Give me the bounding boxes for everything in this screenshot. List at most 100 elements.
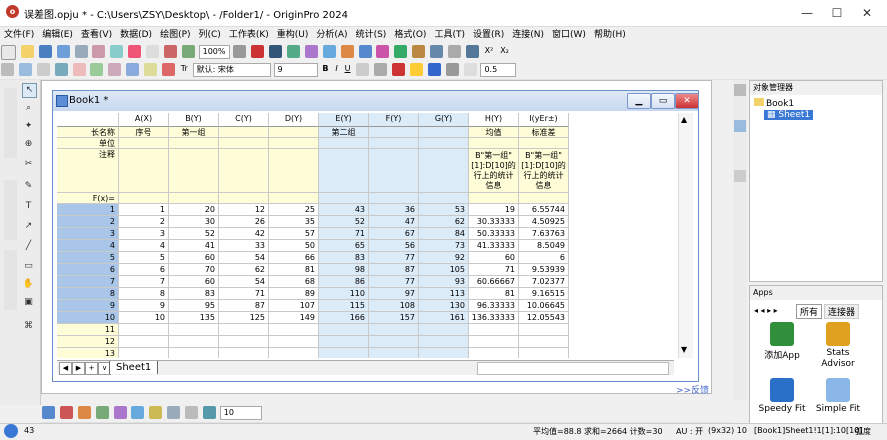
save-icon[interactable] bbox=[38, 45, 52, 58]
data-cell[interactable]: 26 bbox=[219, 216, 269, 228]
feedback-link[interactable]: >>反馈 bbox=[676, 383, 709, 396]
menu-file[interactable]: 文件(F) bbox=[0, 27, 38, 43]
data-cell[interactable]: 161 bbox=[419, 312, 469, 324]
corner-cell[interactable] bbox=[57, 113, 119, 127]
data-cell[interactable]: 107 bbox=[269, 300, 319, 312]
label-cell[interactable] bbox=[119, 138, 169, 149]
menu-tools[interactable]: 工具(T) bbox=[430, 27, 469, 43]
row-number[interactable]: 4 bbox=[57, 240, 119, 252]
column-header[interactable]: G(Y) bbox=[419, 113, 469, 127]
duplicate-icon[interactable] bbox=[181, 45, 195, 58]
data-cell[interactable] bbox=[419, 324, 469, 336]
column-graph-icon[interactable] bbox=[77, 406, 91, 419]
data-cell[interactable] bbox=[469, 348, 519, 358]
column-header[interactable]: D(Y) bbox=[269, 113, 319, 127]
column-header[interactable]: C(Y) bbox=[219, 113, 269, 127]
workbook-close-button[interactable]: ✕ bbox=[675, 93, 699, 109]
app-speedy-fit[interactable]: Speedy Fit bbox=[752, 378, 812, 414]
data-cell[interactable]: 6 bbox=[119, 264, 169, 276]
data-cell[interactable] bbox=[519, 324, 569, 336]
font-size-select[interactable]: 9 bbox=[273, 63, 318, 77]
data-cell[interactable]: 30 bbox=[169, 216, 219, 228]
data-cell[interactable]: 136.33333 bbox=[469, 312, 519, 324]
line-plot-icon[interactable] bbox=[394, 45, 408, 58]
data-cell[interactable]: 130 bbox=[419, 300, 469, 312]
data-cell[interactable]: 7 bbox=[119, 276, 169, 288]
data-cell[interactable]: 6 bbox=[519, 252, 569, 264]
menu-format[interactable]: 格式(O) bbox=[390, 27, 430, 43]
data-cell[interactable]: 71 bbox=[319, 228, 369, 240]
pie-icon[interactable] bbox=[113, 406, 127, 419]
menu-settings[interactable]: 设置(R) bbox=[469, 27, 508, 43]
zoom-select[interactable]: 100% bbox=[198, 45, 230, 59]
data-cell[interactable] bbox=[419, 348, 469, 358]
data-cell[interactable] bbox=[269, 348, 319, 358]
label-cell[interactable] bbox=[369, 149, 419, 193]
label-cell[interactable] bbox=[519, 193, 569, 204]
data-cell[interactable]: 7.63763 bbox=[519, 228, 569, 240]
graph-tool-icon[interactable] bbox=[465, 45, 479, 58]
open-folder-icon[interactable] bbox=[20, 45, 34, 58]
line-graph-icon[interactable] bbox=[42, 406, 55, 419]
data-cell[interactable]: 93 bbox=[419, 276, 469, 288]
import-icon[interactable] bbox=[110, 45, 124, 58]
scroll-down-icon[interactable]: ▼ bbox=[681, 345, 687, 354]
sheet-tab-sheet1[interactable]: Sheet1 bbox=[109, 361, 159, 374]
new-project-icon[interactable] bbox=[1, 45, 16, 60]
data-cell[interactable] bbox=[369, 324, 419, 336]
side-tool-icon[interactable] bbox=[734, 84, 746, 96]
menu-connectivity[interactable]: 连接(N) bbox=[508, 27, 548, 43]
worksheet-grid[interactable]: A(X) B(Y) C(Y) D(Y) E(Y) F(Y) G(Y) H(Y) I(yEr±) 长… bbox=[57, 113, 674, 358]
workbook-titlebar[interactable]: Book1 * ▁ ▭ ✕ bbox=[53, 91, 699, 111]
multi-panel-icon[interactable] bbox=[202, 406, 216, 419]
results-log-icon[interactable] bbox=[251, 45, 265, 58]
refresh-icon[interactable] bbox=[163, 45, 177, 58]
plot-option-select[interactable]: 10 bbox=[219, 406, 262, 420]
data-cell[interactable]: 6.55744 bbox=[519, 204, 569, 216]
column-header[interactable]: F(Y) bbox=[369, 113, 419, 127]
data-cell[interactable]: 105 bbox=[419, 264, 469, 276]
bold-button[interactable]: B bbox=[322, 61, 328, 77]
label-cell[interactable] bbox=[269, 138, 319, 149]
data-reader-icon[interactable]: ⊕ bbox=[22, 138, 35, 151]
label-cell[interactable] bbox=[369, 138, 419, 149]
column-header[interactable]: B(Y) bbox=[169, 113, 219, 127]
data-cell[interactable]: 70 bbox=[169, 264, 219, 276]
label-cell[interactable] bbox=[269, 127, 319, 138]
data-cell[interactable]: 71 bbox=[469, 264, 519, 276]
data-cell[interactable]: 20 bbox=[169, 204, 219, 216]
data-cell[interactable]: 98 bbox=[319, 264, 369, 276]
data-cell[interactable] bbox=[519, 336, 569, 348]
print-icon[interactable] bbox=[146, 45, 159, 58]
left-panel-tab-2[interactable] bbox=[4, 180, 17, 240]
data-cell[interactable]: 25 bbox=[269, 204, 319, 216]
tree-book-item[interactable]: Book1 bbox=[754, 98, 794, 109]
statistics-icon[interactable] bbox=[376, 45, 390, 58]
data-cell[interactable]: 81 bbox=[469, 288, 519, 300]
data-cell[interactable]: 115 bbox=[319, 300, 369, 312]
data-cell[interactable]: 30.33333 bbox=[469, 216, 519, 228]
data-cell[interactable]: 10 bbox=[119, 312, 169, 324]
row-label[interactable]: 长名称 bbox=[57, 127, 119, 138]
workbook-restore-button[interactable]: ▭ bbox=[651, 93, 675, 109]
menu-help[interactable]: 帮助(H) bbox=[590, 27, 630, 43]
left-panel-tab-3[interactable] bbox=[4, 250, 17, 310]
data-cell[interactable] bbox=[269, 336, 319, 348]
data-cell[interactable] bbox=[369, 336, 419, 348]
add-column-icon[interactable] bbox=[322, 45, 336, 58]
fill-icon[interactable] bbox=[144, 63, 157, 76]
column-stats-icon[interactable] bbox=[54, 63, 68, 76]
data-cell[interactable]: 53 bbox=[419, 204, 469, 216]
row-number[interactable]: 5 bbox=[57, 252, 119, 264]
label-cell[interactable]: B"第一组"[1]:D[10]的行上的统计信息 bbox=[469, 149, 519, 193]
data-cell[interactable]: 73 bbox=[419, 240, 469, 252]
app-stats-advisor[interactable]: Stats Advisor bbox=[808, 322, 868, 370]
data-cell[interactable] bbox=[219, 324, 269, 336]
data-cell[interactable] bbox=[319, 348, 369, 358]
contour-icon[interactable] bbox=[149, 406, 163, 419]
data-cell[interactable]: 68 bbox=[269, 276, 319, 288]
data-cell[interactable]: 87 bbox=[369, 264, 419, 276]
label-cell[interactable] bbox=[319, 138, 369, 149]
bar-plot-icon[interactable] bbox=[412, 45, 426, 58]
underline-button[interactable]: U bbox=[345, 61, 351, 77]
